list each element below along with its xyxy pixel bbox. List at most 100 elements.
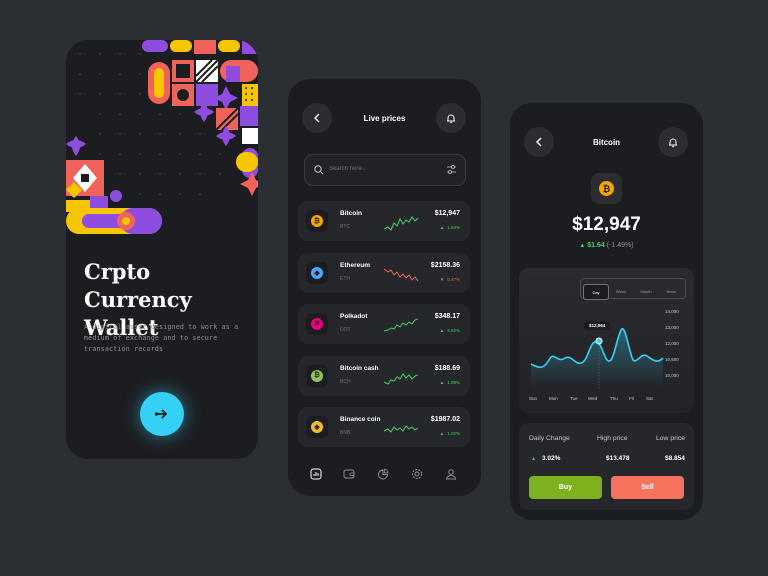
coin-price: $1987.02 [430, 416, 460, 423]
coin-icon-box: ◈ [306, 416, 328, 438]
price-change: ▲ $1.64 (-1.49%) [510, 242, 703, 249]
price-tooltip: $12,064 [584, 321, 611, 330]
buy-button[interactable]: Buy [529, 476, 602, 499]
sell-button[interactable]: Sell [611, 476, 684, 499]
stat-value-high-price: $13.478 [606, 455, 630, 462]
onboarding-title-line1: Crpto [84, 259, 151, 284]
x-tick-sun: Sun [529, 396, 538, 401]
change-value: $1.64 [587, 242, 605, 249]
x-tick-thu: Thu [610, 396, 618, 401]
stat-value-low-price: $8.854 [665, 455, 685, 462]
coin-change: ▲ 1.02% [440, 431, 460, 436]
bottom-nav [288, 461, 481, 485]
coin-change-value: 4.62% [447, 328, 460, 333]
bitcoin-icon: ₿ [599, 181, 614, 196]
stat-label-high-price: High price [597, 435, 628, 442]
chart-icon[interactable] [310, 468, 322, 480]
coin-change-value: 1.98% [447, 379, 460, 385]
hover-point[interactable] [595, 337, 603, 345]
page-title: Bitcoin [592, 138, 621, 147]
notifications-button[interactable] [658, 127, 688, 157]
current-price: $12,947 [572, 214, 641, 235]
user-icon[interactable] [445, 468, 457, 480]
notifications-button[interactable] [436, 103, 466, 133]
trend-icon: ▲ [439, 379, 445, 385]
pie-icon[interactable] [377, 468, 389, 480]
coin-icon: ◆ [311, 266, 323, 279]
triangle-up-icon: ▲ [579, 243, 586, 249]
trend-icon: ▲ [439, 328, 445, 333]
y-tick-10500: 10,500 [665, 357, 679, 362]
y-tick-10000: 10,000 [665, 373, 679, 378]
coin-row[interactable]: P Polkadot DOT $348.17 ▲ 4.62% [298, 304, 470, 344]
back-button[interactable] [302, 103, 332, 133]
coin-row[interactable]: ₿ Bitcoin BTC $12,947 ▲ 1.64% [298, 201, 470, 241]
y-tick-14000: 14,000 [665, 309, 679, 314]
coin-price: $12,947 [434, 210, 460, 217]
stat-label-low-price: Low price [656, 435, 686, 442]
triangle-up-icon: ▲ [531, 455, 536, 462]
bell-icon [669, 138, 677, 147]
coin-icon: ₿ [311, 369, 323, 382]
wallet-icon[interactable] [343, 468, 355, 480]
arrow-right-icon [155, 409, 168, 419]
x-tick-wed: Wed [588, 396, 598, 401]
sparkline [384, 372, 419, 385]
stat-daily-change: ▲ 3.02% [531, 455, 560, 462]
coin-change: ▲ 1.64% [440, 225, 460, 230]
coin-icon-box: ₿ [306, 210, 328, 232]
coin-icon-box: ◆ [306, 261, 328, 284]
trend-icon: ▼ [439, 276, 445, 282]
coin-row[interactable]: ₿ Bitcoin cash BCH $188.69 ▲ 1.98% [298, 355, 470, 396]
x-tick-fri: Fri [629, 396, 635, 401]
coin-symbol: BNB [340, 430, 351, 436]
back-button[interactable] [524, 127, 554, 157]
coin-name: Binance coin [340, 416, 381, 423]
coin-change: ▲ 1.98% [440, 380, 460, 385]
coin-price: $348.17 [434, 313, 460, 320]
trend-icon: ▲ [439, 431, 445, 436]
change-percent: (-1.49%) [606, 242, 634, 249]
coin-change-value: 1.02% [447, 431, 460, 436]
chevron-left-icon [314, 113, 320, 123]
chevron-left-icon [536, 137, 542, 147]
coin-icon-box: ₿ [306, 364, 328, 387]
sparkline [384, 216, 419, 231]
coin-row[interactable]: ◈ Binance coin BNB $1987.02 ▲ 1.02% [298, 407, 470, 447]
y-tick-13000: 13,000 [665, 325, 679, 330]
onboarding-description: A digital asset designed to work as a me… [84, 323, 239, 353]
sparkline [384, 268, 419, 281]
next-button[interactable] [140, 392, 184, 436]
coin-name: Polkadot [340, 313, 368, 320]
trend-icon: ▲ [439, 225, 445, 230]
search-input[interactable] [329, 163, 429, 175]
coin-price: $2158.36 [430, 261, 460, 269]
coin-icon-box: P [306, 313, 328, 335]
x-tick-sat: Sat [646, 396, 653, 401]
coin-change-value: 0.47% [447, 276, 460, 282]
stat-value-daily-change: 3.02% [541, 455, 561, 462]
stat-label-daily-change: Daily Change [529, 435, 570, 442]
coin-change-value: 1.64% [447, 225, 460, 230]
coin-name: Bitcoin [340, 210, 363, 217]
search-bar[interactable] [304, 154, 466, 186]
page-title: Live prices [363, 114, 406, 123]
bitcoin-detail-screen: Bitcoin ₿ $12,947 ▲ $1.64 (-1.49%) Day W… [510, 103, 703, 520]
coin-symbol: ETH [340, 275, 350, 282]
bell-icon [447, 114, 455, 123]
coin-symbol: DOT [340, 327, 351, 333]
price-chart-card: Day Week Month Years $12,064 14,000 13,0… [519, 268, 694, 413]
x-tick-tue: Tue [570, 396, 578, 401]
onboarding-screen: Crpto Currency Wallet A digital asset de… [66, 40, 258, 459]
sparkline [384, 425, 419, 433]
coin-change: ▼ 0.47% [440, 277, 460, 282]
coin-row[interactable]: ◆ Ethereum ETH $2158.36 ▼ 0.47% [298, 252, 470, 293]
coin-change: ▲ 4.62% [440, 328, 460, 333]
search-icon [314, 165, 324, 175]
coin-icon: ₿ [311, 215, 323, 227]
sparkline [384, 318, 419, 332]
gear-icon[interactable] [411, 468, 423, 480]
sliders-icon[interactable] [446, 164, 457, 175]
coin-name: Ethereum [340, 261, 370, 269]
coin-symbol: BCH [340, 378, 351, 385]
